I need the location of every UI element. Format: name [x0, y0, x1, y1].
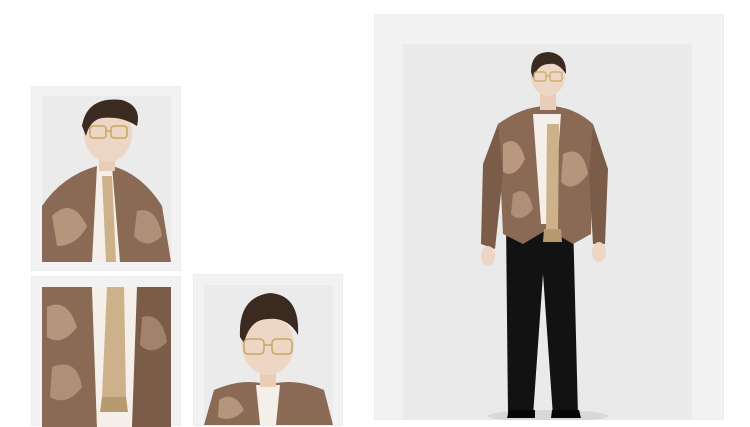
photo-portrait-bottom-center — [204, 285, 333, 425]
photo-portrait-top-left — [42, 96, 171, 262]
portrait-closeup-image — [204, 285, 333, 425]
full-length-look-image — [403, 44, 692, 420]
jacket-detail-image — [42, 287, 171, 427]
portrait-image — [42, 96, 171, 262]
photo-jacket-detail-bottom-left — [42, 287, 171, 427]
photo-full-length-right — [403, 44, 692, 420]
